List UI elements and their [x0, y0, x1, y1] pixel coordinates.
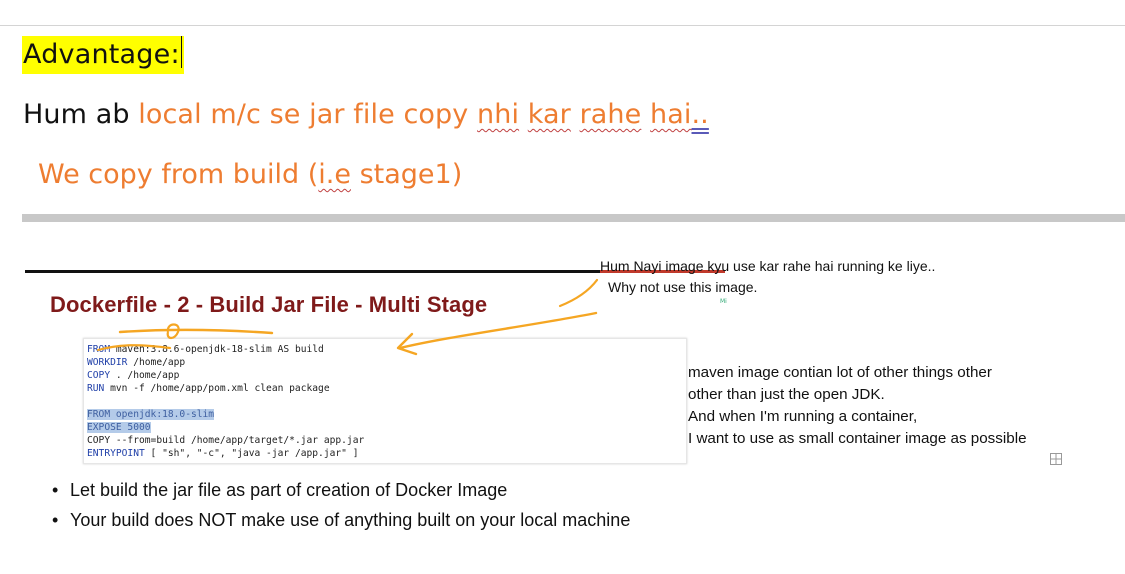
note-line-1: Hum ab local m/c se jar file copy nhi ka…	[23, 99, 709, 130]
code-keyword: ENTRYPOINT	[87, 448, 145, 459]
code-line-selected: EXPOSE 5000	[84, 421, 686, 434]
note-line-1-part2: local m/c se jar file copy	[138, 99, 478, 130]
text-cursor	[180, 36, 182, 68]
note-line-1-part6	[571, 99, 580, 130]
note-line-1-part5: kar	[527, 99, 571, 130]
right-notes: maven image contian lot of other things …	[688, 362, 1027, 450]
code-keyword: FROM	[87, 409, 111, 420]
code-text: mvn -f /home/app/pom.xml clean package	[104, 383, 330, 394]
bullet-dot: •	[52, 510, 59, 530]
bullet-item: • Let build the jar file as part of creat…	[52, 475, 630, 505]
dockerfile-code-block: FROM maven:3.8.6-openjdk-18-slim AS buil…	[83, 338, 687, 464]
code-keyword: WORKDIR	[87, 357, 128, 368]
ink-underline-title	[118, 328, 274, 335]
note-line-1-part4	[519, 99, 528, 130]
code-line-selected: FROM openjdk:18.0-slim	[84, 408, 686, 421]
bullet-text: Let build the jar file as part of creati…	[70, 480, 508, 500]
note-line-1-part1: Hum ab	[23, 99, 139, 130]
note-line-2: We copy from build (i.e stage1)	[38, 159, 462, 190]
note-line-1-part9: hai	[650, 99, 692, 130]
note-line-1-part3: nhi	[477, 99, 520, 130]
bullet-dot: •	[52, 480, 59, 500]
code-keyword: COPY	[87, 435, 111, 446]
code-text: 5000	[121, 422, 151, 433]
heading-text: Advantage:	[23, 39, 180, 70]
note-line-1-part10: ..	[691, 99, 709, 130]
code-keyword: EXPOSE	[87, 422, 122, 433]
bullet-text: Your build does NOT make use of anything…	[70, 510, 631, 530]
code-text: maven:3.8.6-openjdk-18-slim AS build	[110, 344, 324, 355]
slide-title: Dockerfile - 2 - Build Jar File - Multi …	[50, 292, 488, 317]
note-line-2-part1: We copy from build (	[38, 159, 319, 190]
ink-loop	[166, 323, 180, 340]
page-top-divider	[0, 25, 1125, 26]
tiny-mark: Mi	[720, 298, 727, 305]
code-line: RUN mvn -f /home/app/pom.xml clean packa…	[84, 382, 686, 395]
right-note-line: other than just the open JDK.	[688, 386, 885, 403]
code-text: /home/app	[127, 357, 186, 368]
note-line-1-part8	[641, 99, 650, 130]
code-text: [ "sh", "-c", "java -jar /app.jar" ]	[144, 448, 359, 459]
note-line-1-part7: rahe	[579, 99, 642, 130]
code-line: COPY --from=build /home/app/target/*.jar…	[84, 434, 686, 447]
code-text: . /home/app	[110, 370, 180, 381]
bullet-list: • Let build the jar file as part of creat…	[52, 475, 630, 535]
expand-grid-icon[interactable]	[1050, 450, 1062, 465]
code-keyword: RUN	[87, 383, 105, 394]
bullet-item: • Your build does NOT make use of anythin…	[52, 505, 630, 535]
note-top-line-2: Why not use this image.	[608, 279, 758, 295]
section-divider-band	[22, 214, 1125, 222]
right-note-line: And when I'm running a container,	[688, 408, 918, 425]
note-top: Hum Nayi image kyu use kar rahe hai runn…	[600, 256, 935, 298]
note-top-line-1: Hum Nayi image kyu use kar rahe hai runn…	[600, 258, 936, 274]
code-line: ENTRYPOINT [ "sh", "-c", "java -jar /app…	[84, 447, 686, 460]
code-text: openjdk:18.0-slim	[110, 409, 215, 420]
code-keyword: COPY	[87, 370, 111, 381]
code-line: WORKDIR /home/app	[84, 356, 686, 369]
code-line: FROM maven:3.8.6-openjdk-18-slim AS buil…	[84, 343, 686, 356]
heading-advantage: Advantage:	[22, 36, 184, 74]
code-keyword: FROM	[87, 344, 111, 355]
code-line: COPY . /home/app	[84, 369, 686, 382]
expand-grid-icon-svg	[1050, 453, 1062, 465]
right-note-line: I want to use as small container image a…	[688, 430, 1027, 447]
note-line-2-part2: i.e	[318, 159, 351, 190]
ink-arrow-top	[558, 278, 599, 308]
code-text: --from=build /home/app/target/*.jar app.…	[110, 435, 365, 446]
note-line-2-part3: stage1)	[351, 159, 463, 190]
right-note-line: maven image contian lot of other things …	[688, 364, 992, 381]
